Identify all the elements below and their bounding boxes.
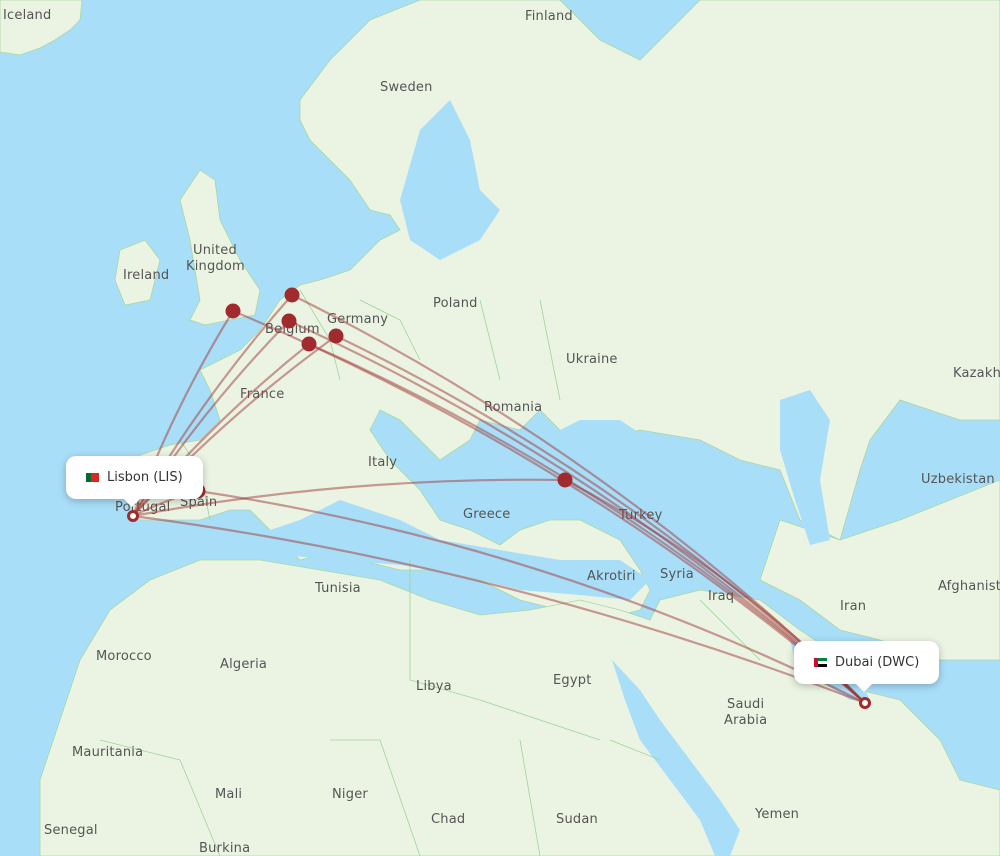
- stopover-marker[interactable]: [284, 287, 300, 303]
- route-map[interactable]: Iceland Finland Sweden United Kingdom Ireland…: [0, 0, 1000, 856]
- origin-airport-marker[interactable]: [127, 510, 139, 522]
- origin-label: Lisbon (LIS): [107, 470, 183, 485]
- stopover-marker[interactable]: [328, 328, 344, 344]
- destination-callout[interactable]: Dubai (DWC): [794, 641, 940, 692]
- flight-route: [232, 309, 866, 704]
- stopover-marker[interactable]: [281, 313, 297, 329]
- flight-route: [308, 342, 866, 704]
- portugal-flag-icon: [86, 473, 99, 482]
- stopover-marker[interactable]: [557, 472, 573, 488]
- routes-layer: [127, 287, 871, 709]
- origin-callout[interactable]: Lisbon (LIS): [66, 456, 203, 507]
- stopover-marker[interactable]: [225, 303, 241, 319]
- flight-route: [197, 489, 866, 704]
- destination-label: Dubai (DWC): [835, 655, 920, 670]
- stopover-marker[interactable]: [301, 336, 317, 352]
- flight-route: [335, 335, 866, 704]
- flight-route: [288, 319, 866, 704]
- destination-airport-marker[interactable]: [859, 697, 871, 709]
- uae-flag-icon: [814, 658, 827, 667]
